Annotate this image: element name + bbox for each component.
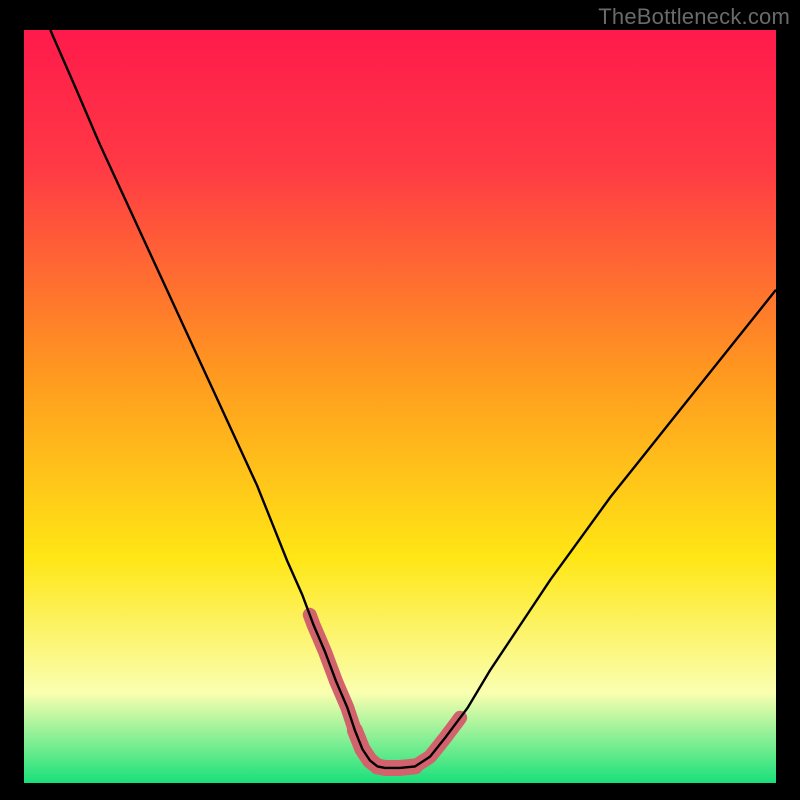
plot-background [24, 30, 776, 783]
watermark-text: TheBottleneck.com [598, 4, 790, 30]
bottleneck-chart [0, 0, 800, 800]
chart-canvas: TheBottleneck.com [0, 0, 800, 800]
